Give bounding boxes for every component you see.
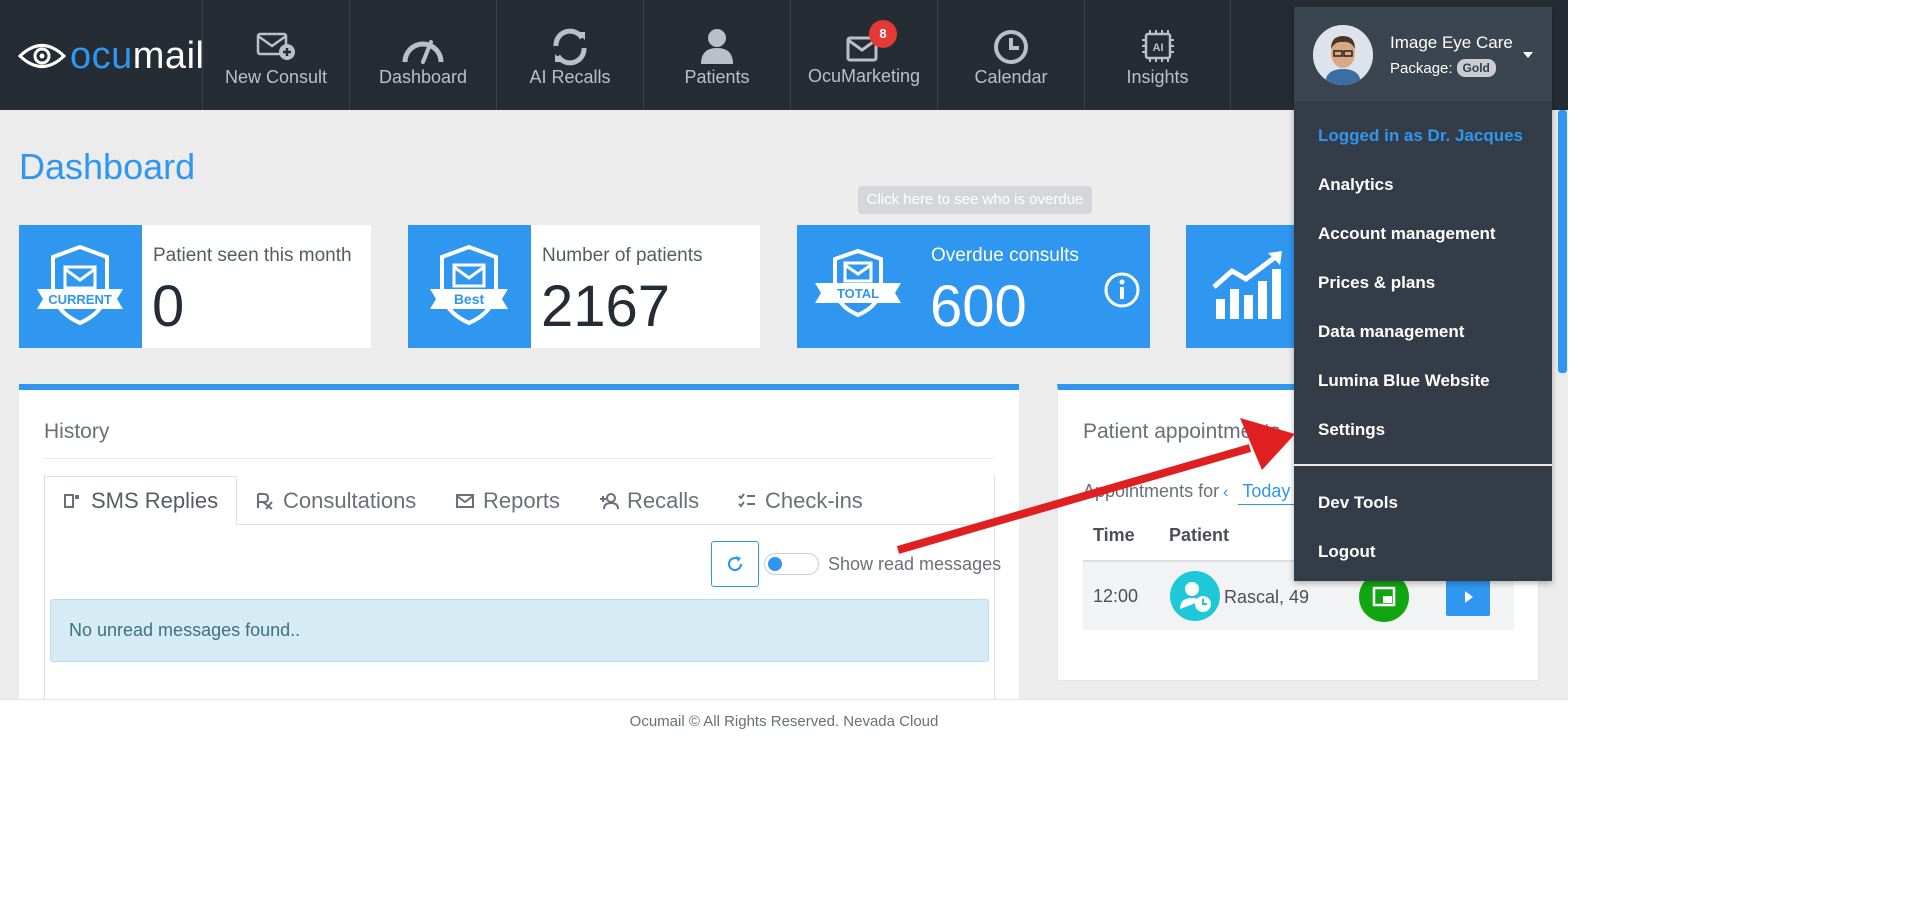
app-viewport: ocumail New Consult Dashboard AI Recalls… <box>0 0 1568 742</box>
outside-area <box>1568 0 1917 908</box>
outside-area-bottom <box>0 742 1568 908</box>
annotation-arrow <box>896 418 1295 554</box>
